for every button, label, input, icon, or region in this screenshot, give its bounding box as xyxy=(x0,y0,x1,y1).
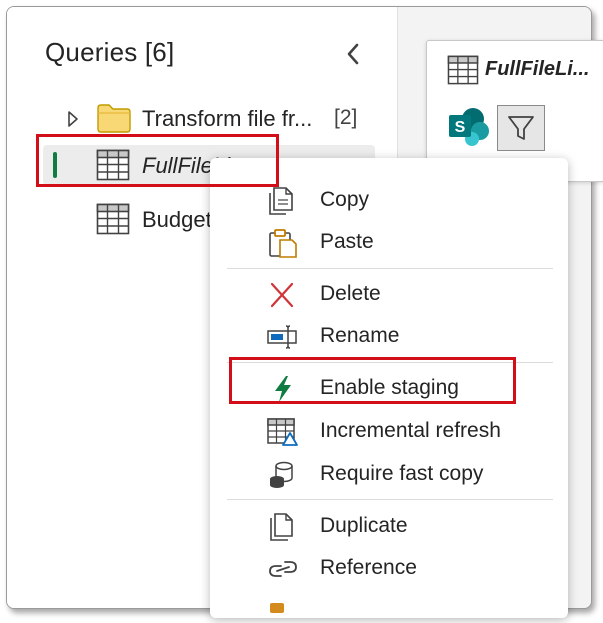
query-group-transform-file[interactable]: Transform file fr... [2] xyxy=(43,98,375,138)
menu-item-label: Duplicate xyxy=(320,514,408,537)
selection-indicator xyxy=(53,152,57,178)
incremental-refresh-icon xyxy=(267,418,298,446)
filter-button[interactable] xyxy=(497,105,545,151)
query-card-title: FullFileLi... xyxy=(485,58,590,80)
menu-item-paste[interactable]: Paste xyxy=(210,222,568,262)
table-icon xyxy=(96,149,130,181)
query-item-label: Budget xyxy=(142,207,212,232)
sharepoint-icon[interactable]: S xyxy=(447,107,491,147)
menu-item-label: Require fast copy xyxy=(320,462,484,485)
menu-item-label: Copy xyxy=(320,188,370,211)
query-group-count: [2] xyxy=(334,106,358,129)
menu-item-incremental-refresh[interactable]: Incremental refresh xyxy=(210,411,568,451)
menu-item-label: Rename xyxy=(320,324,400,347)
copy-icon xyxy=(269,187,293,215)
menu-item-copy[interactable]: Copy xyxy=(210,180,568,220)
menu-separator xyxy=(227,362,553,363)
menu-item-delete[interactable]: Delete xyxy=(210,274,568,314)
menu-item-enable-staging[interactable]: Enable staging xyxy=(210,368,568,408)
menu-item-label: Paste xyxy=(320,230,374,253)
menu-item-label: Incremental refresh xyxy=(320,419,501,442)
menu-item-duplicate[interactable]: Duplicate xyxy=(210,506,568,546)
folder-icon xyxy=(97,104,131,133)
menu-item-label: Delete xyxy=(320,282,381,305)
collapse-pane-button[interactable] xyxy=(340,39,366,69)
menu-item-label: Reference xyxy=(320,556,417,579)
menu-separator xyxy=(227,268,553,269)
paste-icon xyxy=(269,229,297,258)
table-icon xyxy=(96,203,130,235)
chevron-left-icon xyxy=(347,43,359,65)
partial-icon xyxy=(270,603,284,613)
menu-item-rename[interactable]: Rename xyxy=(210,316,568,356)
filter-icon xyxy=(508,116,534,140)
queries-title: Queries [6] xyxy=(45,37,175,67)
rename-icon xyxy=(267,325,297,349)
link-icon xyxy=(269,561,297,577)
menu-separator xyxy=(227,499,553,500)
database-icon xyxy=(270,461,293,488)
table-icon xyxy=(447,55,479,85)
lightning-icon xyxy=(275,376,291,402)
context-menu: Copy Paste Delete Rename Enable staging xyxy=(210,158,568,618)
menu-item-label: Enable staging xyxy=(320,376,459,399)
query-group-label: Transform file fr... xyxy=(142,106,313,131)
menu-item-reference[interactable]: Reference xyxy=(210,548,568,588)
duplicate-icon xyxy=(270,513,293,541)
delete-icon xyxy=(270,282,294,308)
chevron-right-icon[interactable] xyxy=(67,110,79,128)
svg-text:S: S xyxy=(455,119,466,136)
menu-item-require-fast-copy[interactable]: Require fast copy xyxy=(210,454,568,494)
menu-item-partial[interactable] xyxy=(270,603,290,615)
